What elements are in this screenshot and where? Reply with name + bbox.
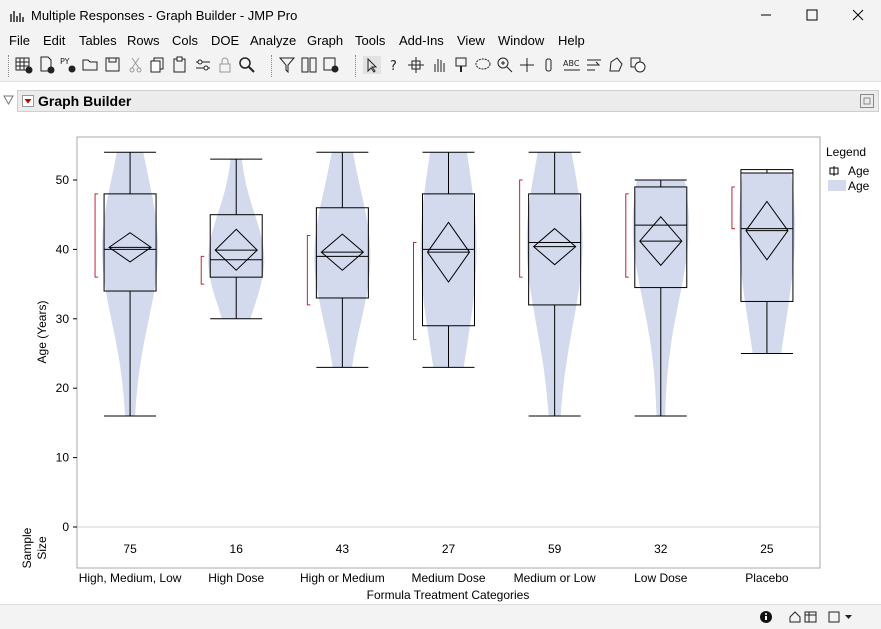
sample-size-label-line2: Size: [35, 536, 49, 560]
graph-builder-chart: 0 10 20 30 40 50 75 High, Medium, Low 16 High Dos…: [20, 136, 870, 602]
y-tick-label: 40: [56, 242, 70, 256]
x-axis-label: Formula Treatment Categories: [367, 588, 530, 602]
y-tick-label: 0: [62, 520, 69, 534]
y-tick-label: 30: [56, 312, 70, 326]
sample-size-value: 59: [548, 542, 562, 556]
info-icon[interactable]: [759, 610, 773, 624]
legend: Legend Age Age: [826, 145, 870, 193]
y-tick-label: 20: [56, 381, 70, 395]
x-category-label: Medium or Low: [514, 571, 596, 585]
sample-size-value: 25: [760, 542, 774, 556]
legend-title: Legend: [826, 145, 866, 159]
table-icon[interactable]: [804, 610, 818, 624]
legend-box-swatch: [829, 166, 839, 176]
sample-size-label-line1: Sample: [20, 527, 34, 568]
x-category-label: High, Medium, Low: [79, 571, 182, 585]
sample-size-value: 16: [230, 542, 244, 556]
status-bar: [0, 604, 881, 629]
x-category-label: High or Medium: [300, 571, 385, 585]
y-tick-label: 50: [56, 173, 70, 187]
x-category-label: High Dose: [208, 571, 264, 585]
x-category-label: Low Dose: [634, 571, 688, 585]
x-category-label: Medium Dose: [411, 571, 485, 585]
legend-entry-box[interactable]: Age: [848, 164, 870, 178]
sample-size-value: 75: [123, 542, 137, 556]
legend-entry-violin[interactable]: Age: [848, 179, 870, 193]
y-axis-label: Age (Years): [35, 301, 49, 364]
x-category-label: Placebo: [745, 571, 789, 585]
window-list-dropdown-icon[interactable]: [828, 610, 856, 624]
sample-size-value: 43: [336, 542, 350, 556]
home-icon[interactable]: [788, 610, 802, 624]
legend-violin-swatch: [828, 180, 846, 191]
sample-size-value: 27: [442, 542, 456, 556]
sample-size-value: 32: [654, 542, 668, 556]
y-tick-label: 10: [56, 451, 70, 465]
sample-size-label: Sample Size: [20, 527, 49, 568]
